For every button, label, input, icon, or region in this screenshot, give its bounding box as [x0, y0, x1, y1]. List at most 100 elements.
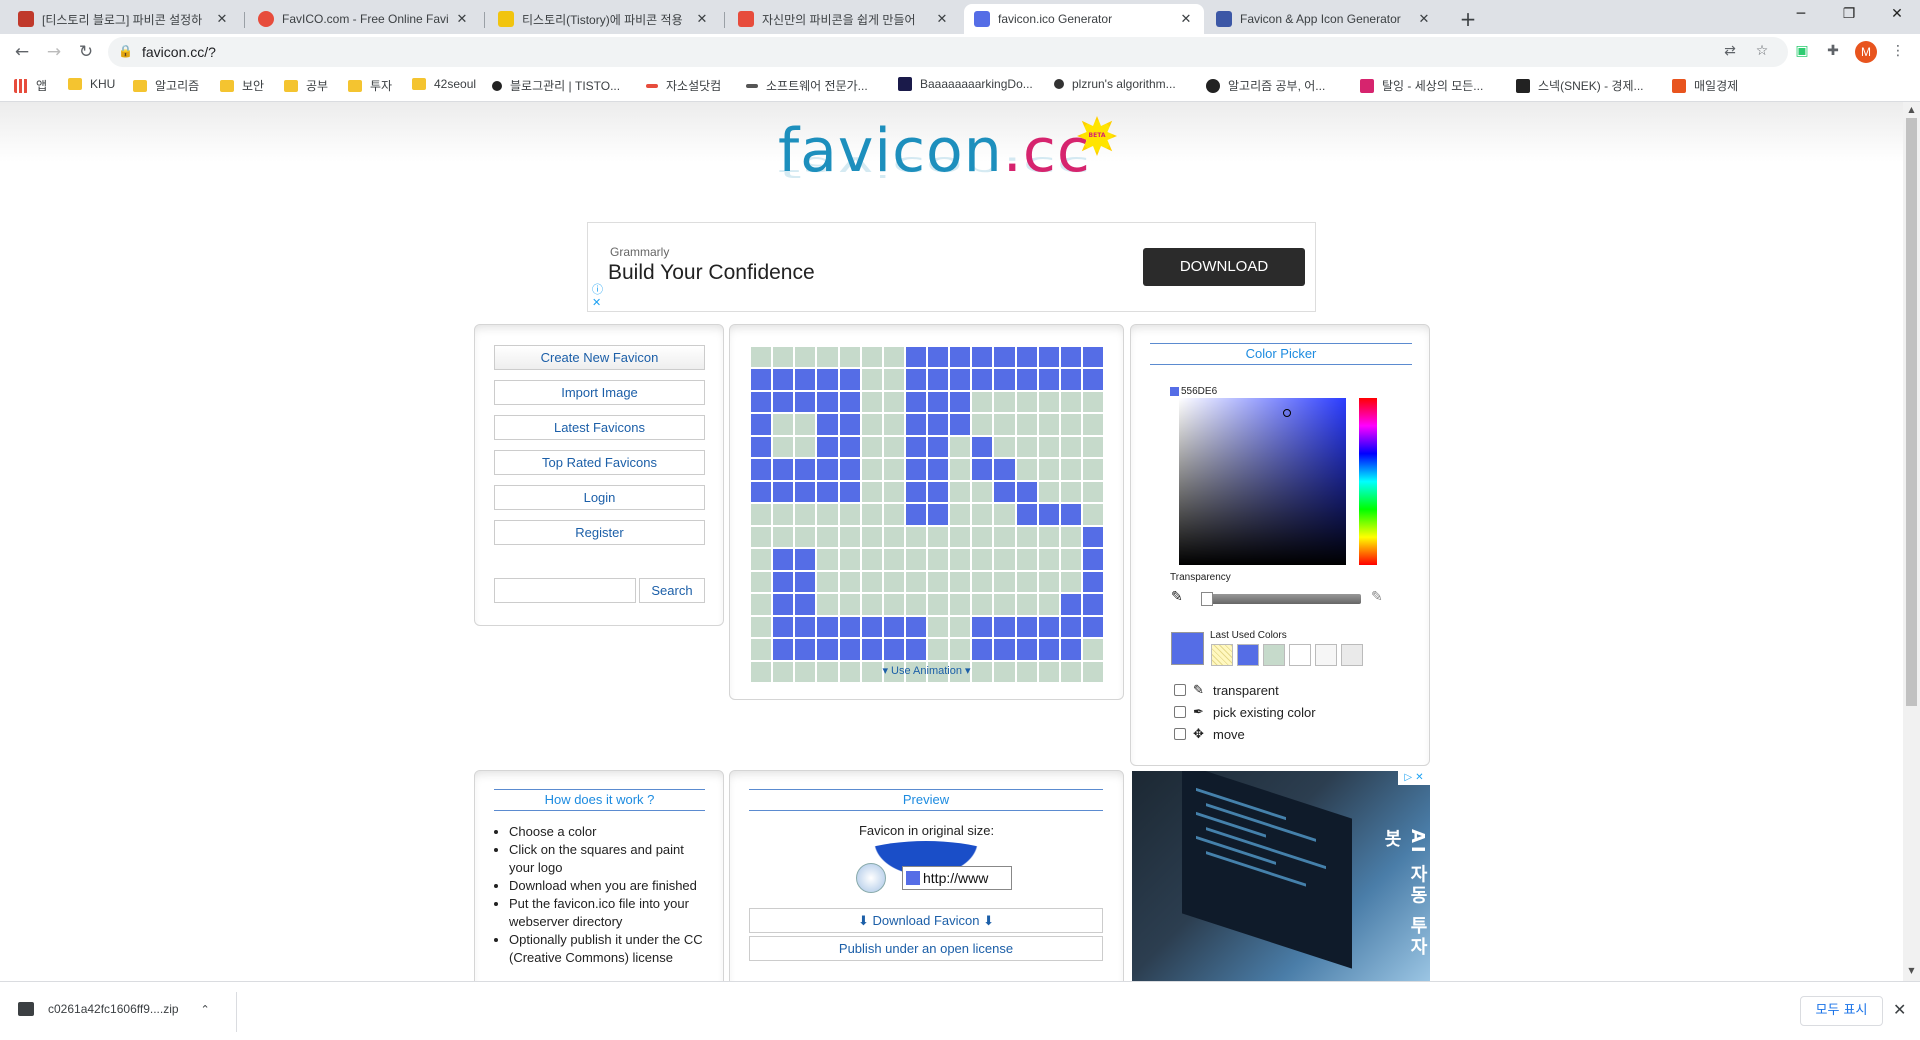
pixel-cell[interactable] [1059, 638, 1082, 661]
pixel-cell[interactable] [904, 435, 927, 459]
pixel-cell[interactable] [750, 390, 773, 414]
pixel-cell[interactable] [927, 368, 950, 391]
pixel-cell[interactable] [838, 548, 861, 571]
pixel-cell[interactable] [772, 480, 795, 504]
address-bar[interactable]: 🔒 favicon.cc/? ⇄ ☆ [108, 37, 1788, 67]
pixel-cell[interactable] [1015, 435, 1038, 459]
pixel-cell[interactable] [838, 346, 861, 369]
pixel-cell[interactable] [838, 413, 861, 436]
pixel-cell[interactable] [971, 480, 994, 504]
pixel-cell[interactable] [772, 503, 795, 526]
pixel-cell[interactable] [816, 368, 839, 391]
saturation-value-area[interactable] [1179, 398, 1346, 565]
pixel-cell[interactable] [750, 458, 773, 481]
side-advertisement[interactable]: AI 자동 투자 봇 ▷ ✕ [1132, 771, 1430, 981]
option-pick-color[interactable]: ✒ pick existing color [1174, 704, 1316, 720]
bookmark-site[interactable]: 소프트웨어 전문가... [746, 77, 868, 94]
pixel-cell[interactable] [794, 435, 817, 459]
pixel-cell[interactable] [927, 638, 950, 661]
pixel-cell[interactable] [1081, 390, 1104, 414]
pixel-cell[interactable] [1081, 615, 1104, 639]
pixel-cell[interactable] [1081, 346, 1104, 369]
pixel-cell[interactable] [860, 638, 883, 661]
pixel-grid[interactable] [750, 346, 1104, 684]
pixel-cell[interactable] [1059, 548, 1082, 571]
pixel-cell[interactable] [971, 413, 994, 436]
pixel-cell[interactable] [971, 368, 994, 391]
pixel-cell[interactable] [1015, 615, 1038, 639]
pixel-cell[interactable] [882, 570, 905, 594]
pixel-cell[interactable] [860, 548, 883, 571]
use-animation-link[interactable]: ▾ Use Animation ▾ [730, 664, 1123, 677]
bookmark-site[interactable]: 스넥(SNEK) - 경제... [1516, 77, 1644, 94]
pixel-cell[interactable] [949, 346, 972, 369]
scroll-down-icon[interactable]: ▼ [1903, 966, 1920, 975]
pixel-cell[interactable] [1059, 458, 1082, 481]
pixel-cell[interactable] [971, 458, 994, 481]
pixel-cell[interactable] [927, 458, 950, 481]
pixel-cell[interactable] [772, 638, 795, 661]
new-tab-button[interactable]: + [1454, 6, 1482, 34]
pixel-cell[interactable] [1037, 346, 1060, 369]
pixel-cell[interactable] [838, 503, 861, 526]
pixel-cell[interactable] [1037, 503, 1060, 526]
pixel-cell[interactable] [1037, 390, 1060, 414]
pixel-cell[interactable] [993, 593, 1016, 616]
pixel-cell[interactable] [816, 390, 839, 414]
tab-1[interactable]: [티스토리 블로그] 파비콘 설정하 ✕ [8, 4, 240, 34]
tab-3[interactable]: 티스토리(Tistory)에 파비콘 적용 ✕ [488, 4, 720, 34]
tab-4[interactable]: 자신만의 파비콘을 쉽게 만들어 ✕ [728, 4, 960, 34]
pixel-cell[interactable] [838, 525, 861, 549]
pixel-cell[interactable] [949, 525, 972, 549]
pixel-cell[interactable] [750, 413, 773, 436]
pixel-cell[interactable] [904, 615, 927, 639]
bookmark-star-icon[interactable]: ☆ [1752, 43, 1772, 63]
bookmark-site[interactable]: 자소설닷컴 [646, 77, 721, 94]
pixel-cell[interactable] [838, 368, 861, 391]
extensions-puzzle-icon[interactable]: ✚ [1823, 43, 1843, 63]
transparency-slider[interactable] [1201, 592, 1361, 606]
pixel-cell[interactable] [772, 390, 795, 414]
last-used-swatch[interactable] [1263, 644, 1285, 666]
close-tab-icon[interactable]: ✕ [694, 11, 710, 27]
pixel-cell[interactable] [927, 570, 950, 594]
pixel-cell[interactable] [772, 525, 795, 549]
pixel-cell[interactable] [1037, 368, 1060, 391]
option-move[interactable]: ✥ move [1174, 726, 1245, 742]
move-checkbox[interactable] [1174, 728, 1186, 740]
pixel-cell[interactable] [1059, 390, 1082, 414]
pixel-cell[interactable] [882, 615, 905, 639]
pixel-cell[interactable] [816, 570, 839, 594]
pixel-cell[interactable] [750, 548, 773, 571]
pixel-cell[interactable] [1081, 593, 1104, 616]
pixel-cell[interactable] [949, 435, 972, 459]
pixel-cell[interactable] [794, 413, 817, 436]
pixel-cell[interactable] [882, 525, 905, 549]
extension-icon[interactable]: ▣ [1792, 43, 1812, 63]
pixel-cell[interactable] [794, 346, 817, 369]
last-used-swatch[interactable] [1315, 644, 1337, 666]
bookmark-site[interactable]: 알고리즘 공부, 어... [1206, 77, 1325, 94]
pixel-cell[interactable] [949, 390, 972, 414]
pixel-cell[interactable] [971, 638, 994, 661]
pixel-cell[interactable] [904, 413, 927, 436]
pixel-cell[interactable] [794, 368, 817, 391]
profile-avatar[interactable]: M [1855, 41, 1877, 63]
pixel-cell[interactable] [1037, 435, 1060, 459]
pixel-cell[interactable] [860, 570, 883, 594]
hue-slider[interactable] [1359, 398, 1377, 565]
publish-license-button[interactable]: Publish under an open license [749, 936, 1103, 961]
bookmark-site[interactable]: plzrun's algorithm... [1054, 77, 1176, 91]
pixel-cell[interactable] [1059, 615, 1082, 639]
pixel-cell[interactable] [1037, 638, 1060, 661]
pixel-cell[interactable] [904, 480, 927, 504]
pixel-cell[interactable] [1081, 570, 1104, 594]
pixel-cell[interactable] [927, 593, 950, 616]
menu-kebab-icon[interactable]: ⋮ [1888, 43, 1908, 63]
pixel-cell[interactable] [860, 413, 883, 436]
pixel-cell[interactable] [750, 638, 773, 661]
pixel-cell[interactable] [794, 390, 817, 414]
pixel-cell[interactable] [1059, 368, 1082, 391]
pixel-cell[interactable] [816, 458, 839, 481]
latest-favicons-button[interactable]: Latest Favicons [494, 415, 705, 440]
